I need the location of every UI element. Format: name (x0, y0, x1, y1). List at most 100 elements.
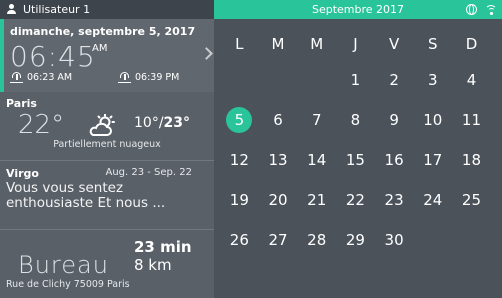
calendar-day[interactable]: 12 (220, 140, 259, 180)
calendar-day-number: 21 (307, 191, 327, 209)
sunset: 06:39 PM (118, 72, 179, 83)
weather-description: Partiellement nuageux (53, 139, 161, 150)
calendar-day[interactable]: 26 (220, 220, 259, 260)
weekday-row: L M M J V S D (214, 35, 502, 53)
weather-high: 23° (163, 115, 191, 131)
status-icons (466, 4, 497, 15)
calendar-day[interactable]: 20 (259, 180, 298, 220)
calendar-day[interactable]: 19 (220, 180, 259, 220)
left-panel: Utilisateur 1 dimanche, septembre 5, 201… (0, 0, 214, 298)
partly-cloudy-icon (89, 114, 115, 136)
chevron-right-icon[interactable] (200, 47, 213, 60)
wifi-icon[interactable] (485, 4, 497, 15)
calendar-day[interactable]: 22 (336, 180, 375, 220)
weekday-label: L (235, 35, 244, 53)
calendar-day[interactable]: 23 (375, 180, 414, 220)
calendar-day-number: 14 (307, 151, 327, 169)
horoscope-widget[interactable]: Virgo Aug. 23 - Sep. 22 Vous vous sentez… (0, 160, 214, 226)
calendar-day-number: 17 (423, 151, 443, 169)
weather-temperature: 22° (18, 110, 65, 140)
calendar-day-number: 25 (461, 191, 482, 209)
calendar-day-number: 16 (384, 151, 404, 169)
calendar-day-number: 3 (428, 71, 438, 89)
globe-icon[interactable] (466, 4, 477, 15)
weekday-label: J (353, 35, 358, 53)
calendar-widget: Septembre 2017 L M M J V S D 1 2 3 4 5 6 7 8 9 10… (214, 0, 502, 298)
calendar-month: Septembre 2017 (311, 3, 405, 16)
commute-duration: 23 min (134, 238, 192, 256)
calendar-empty-cell (297, 60, 336, 100)
sunrise-icon (10, 72, 23, 83)
calendar-day-number: 15 (345, 151, 365, 169)
horoscope-dates: Aug. 23 - Sep. 22 (105, 167, 192, 178)
calendar-day-number: 12 (229, 151, 249, 169)
weather-widget[interactable]: Paris 22° 10°/23° Partiellement nuageux (0, 93, 214, 157)
calendar-day[interactable]: 5 (220, 100, 259, 140)
calendar-day[interactable]: 2 (375, 60, 414, 100)
calendar-day-number: 22 (345, 191, 365, 209)
clock-ampm: AM (92, 43, 108, 54)
calendar-day[interactable]: 7 (297, 100, 336, 140)
horoscope-sign: Virgo (6, 167, 39, 180)
user-name: Utilisateur 1 (23, 3, 91, 16)
calendar-day[interactable]: 9 (375, 100, 414, 140)
calendar-day[interactable]: 4 (452, 60, 491, 100)
calendar-day-number: 7 (311, 111, 322, 129)
calendar-day[interactable]: 15 (336, 140, 375, 180)
sunset-icon (118, 72, 131, 83)
calendar-day[interactable]: 30 (375, 220, 414, 260)
calendar-empty-cell (259, 60, 298, 100)
calendar-day[interactable]: 18 (452, 140, 491, 180)
calendar-empty-cell (452, 220, 491, 260)
calendar-day[interactable]: 14 (297, 140, 336, 180)
calendar-day[interactable]: 6 (259, 100, 298, 140)
sunset-time: 06:39 PM (135, 72, 180, 83)
calendar-day[interactable]: 16 (375, 140, 414, 180)
clock-date: dimanche, septembre 5, 2017 (10, 25, 196, 38)
user-icon (6, 4, 17, 15)
calendar-header: Septembre 2017 (214, 0, 502, 19)
sunrise-time: 06:23 AM (27, 72, 73, 83)
widget-screen: Utilisateur 1 dimanche, septembre 5, 201… (0, 0, 502, 298)
calendar-day-number: 13 (268, 151, 288, 169)
calendar-day-number: 11 (461, 111, 482, 129)
calendar-day-number: 20 (268, 191, 288, 209)
clock-time: 06:45 (10, 40, 96, 73)
weather-range: 10°/23° (134, 115, 190, 131)
calendar-day-number: 19 (229, 191, 249, 209)
calendar-day[interactable]: 3 (413, 60, 452, 100)
user-bar[interactable]: Utilisateur 1 (0, 0, 214, 19)
calendar-empty-cell (413, 220, 452, 260)
calendar-day[interactable]: 13 (259, 140, 298, 180)
commute-destination: Bureau (18, 251, 109, 279)
calendar-day[interactable]: 8 (336, 100, 375, 140)
calendar-day[interactable]: 21 (297, 180, 336, 220)
calendar-day[interactable]: 27 (259, 220, 298, 260)
commute-address: Rue de Clichy 75009 Paris (6, 279, 130, 290)
calendar-day[interactable]: 17 (413, 140, 452, 180)
calendar-day-number: 24 (423, 191, 443, 209)
weekday-label: M (271, 35, 285, 53)
weather-city: Paris (6, 97, 37, 110)
calendar-day-number: 8 (350, 111, 361, 129)
commute-widget[interactable]: Bureau 23 min 8 km Rue de Clichy 75009 P… (0, 229, 214, 298)
weekday-label: M (310, 35, 324, 53)
calendar-day-number: 26 (229, 231, 249, 249)
calendar-day[interactable]: 29 (336, 220, 375, 260)
calendar-day-number: 18 (461, 151, 482, 169)
calendar-day[interactable]: 11 (452, 100, 491, 140)
sunrise: 06:23 AM (10, 72, 72, 83)
clock-widget[interactable]: dimanche, septembre 5, 2017 06:45 AM 06:… (0, 19, 214, 92)
calendar-day[interactable]: 25 (452, 180, 491, 220)
horoscope-text: Vous vous sentez enthousiaste Et nous ..… (6, 180, 166, 211)
weekday-label: S (428, 35, 438, 53)
calendar-day-number: 4 (466, 71, 477, 89)
calendar-day[interactable]: 10 (413, 100, 452, 140)
calendar-day[interactable]: 28 (297, 220, 336, 260)
calendar-day-number: 28 (307, 231, 327, 249)
calendar-day-number: 27 (268, 231, 288, 249)
calendar-day[interactable]: 24 (413, 180, 452, 220)
calendar-day-number: 5 (226, 107, 253, 133)
calendar-day[interactable]: 1 (336, 60, 375, 100)
calendar-day-number: 9 (389, 111, 399, 129)
